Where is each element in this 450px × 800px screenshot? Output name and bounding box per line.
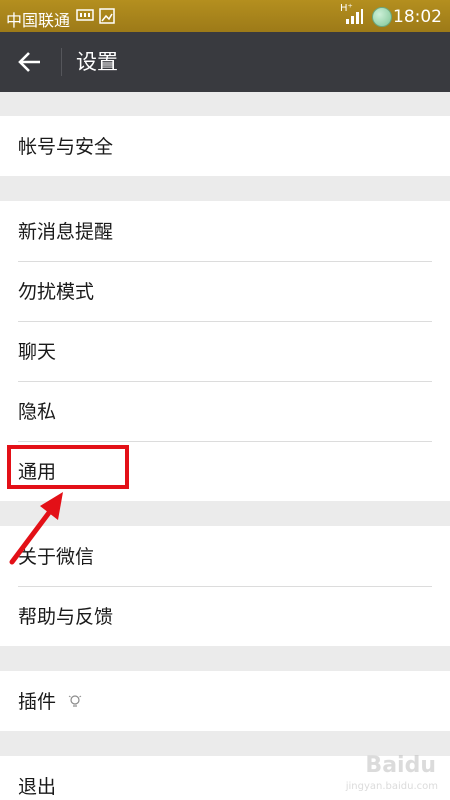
row-divider xyxy=(18,586,432,587)
page-title: 设置 xyxy=(76,50,118,74)
settings-item-chat[interactable]: 聊天 xyxy=(18,340,56,364)
settings-item-privacy[interactable]: 隐私 xyxy=(18,400,56,424)
settings-item-notifications[interactable]: 新消息提醒 xyxy=(18,220,113,244)
clock: 18:02 xyxy=(393,7,442,27)
baidu-watermark-url: jingyan.baidu.com xyxy=(345,781,438,792)
settings-item-plugins[interactable]: 插件 xyxy=(0,671,450,731)
image-notification-icon xyxy=(99,8,115,24)
baidu-watermark: Baidu xyxy=(365,753,436,778)
status-orb-icon xyxy=(372,7,392,27)
settings-item-help[interactable]: 帮助与反馈 xyxy=(18,605,113,629)
status-bar: 中国联通 H⁺ 18:02 xyxy=(0,0,450,32)
carrier-name: 中国联通 xyxy=(6,11,71,30)
pointer-arrow-icon xyxy=(9,492,63,565)
arrow-left-icon[interactable] xyxy=(16,48,44,76)
settings-item-label: 帐号与安全 xyxy=(18,136,114,158)
row-divider xyxy=(18,381,432,382)
row-divider xyxy=(18,441,432,442)
header-divider xyxy=(61,48,62,76)
row-divider xyxy=(18,321,432,322)
settings-item-do-not-disturb[interactable]: 勿扰模式 xyxy=(18,280,94,304)
lightbulb-icon xyxy=(68,695,82,707)
settings-item-label: 退出 xyxy=(18,776,57,798)
sim-card-icon xyxy=(76,9,94,21)
row-divider xyxy=(18,261,432,262)
signal-icon xyxy=(346,9,363,24)
settings-item-account[interactable]: 帐号与安全 xyxy=(0,116,450,176)
app-header: 设置 xyxy=(0,32,450,92)
settings-item-label: 插件 xyxy=(18,691,57,713)
